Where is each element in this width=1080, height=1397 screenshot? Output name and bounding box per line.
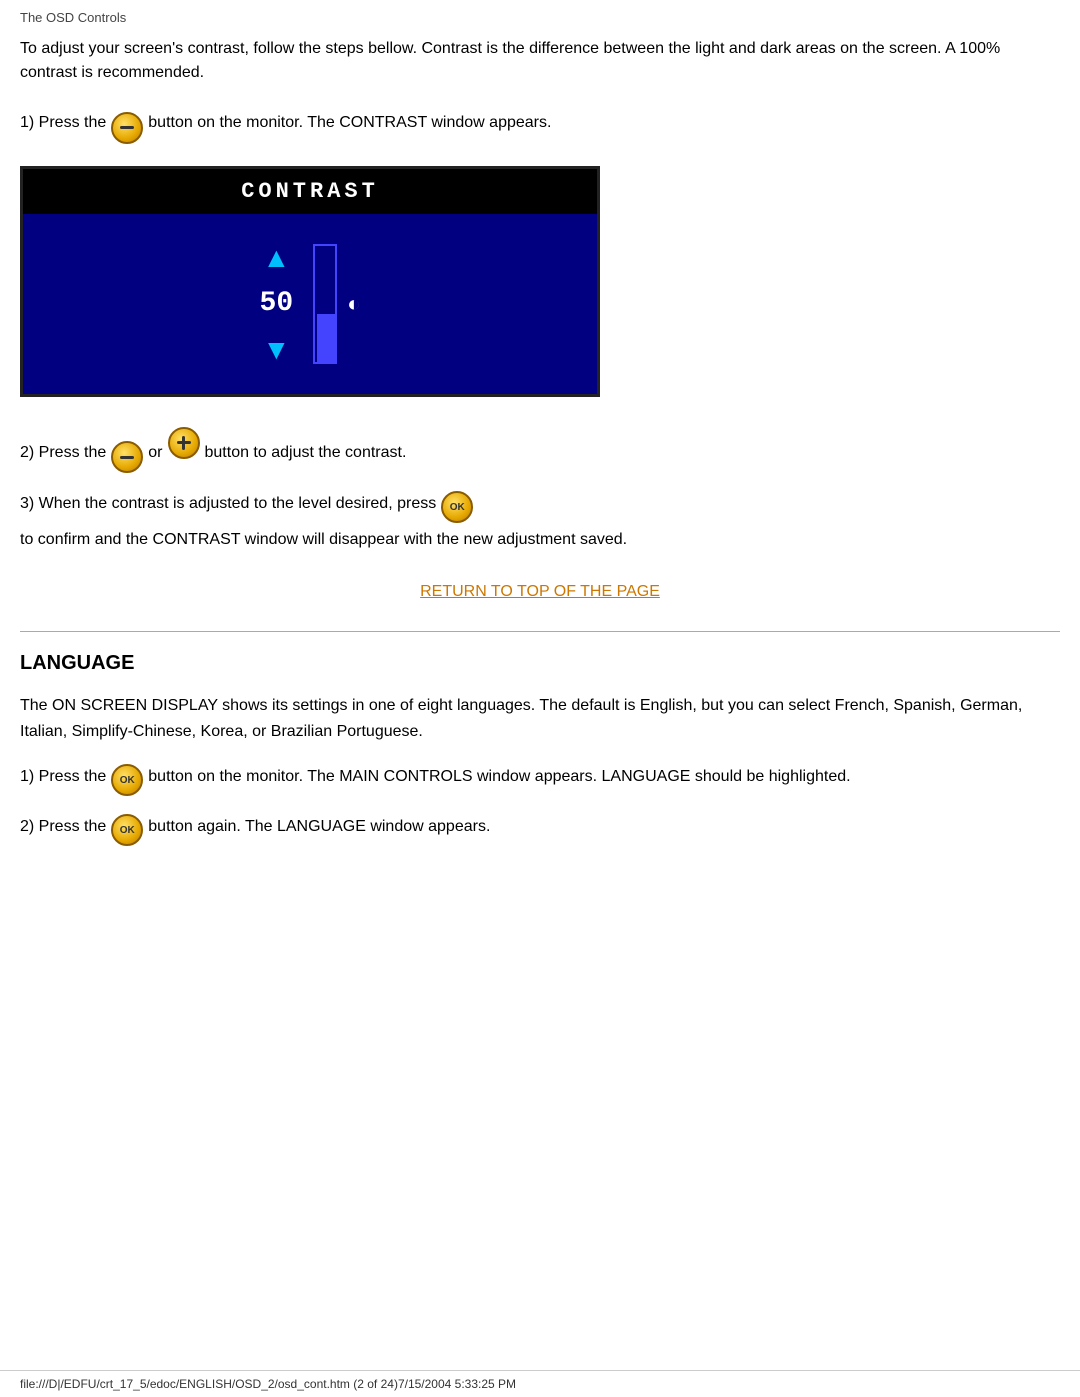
contrast-half-circle-icon: ◐ [347, 291, 360, 317]
step-1: 1) Press the button on the monitor. The … [20, 109, 1060, 142]
step-2-suffix: button to adjust the contrast. [205, 439, 407, 466]
lang-step-2-row: 2) Press the OK button again. The LANGUA… [20, 812, 1060, 844]
up-arrow-icon: ▲ [262, 244, 290, 272]
step-2: 2) Press the or button to adjust the con… [20, 425, 1060, 472]
footer-bar: file:///D|/EDFU/crt_17_5/edoc/ENGLISH/OS… [0, 1370, 1080, 1397]
contrast-icons-col: ▲ 50 ▼ [260, 244, 294, 364]
minus-button-2-icon [111, 441, 143, 473]
down-arrow-icon: ▼ [262, 336, 290, 364]
lang-step-1-row: 1) Press the OK button on the monitor. T… [20, 762, 1060, 794]
ok-button-lang2-icon: OK [111, 814, 143, 846]
step-2-row: 2) Press the or button to adjust the con… [20, 425, 1060, 472]
lang-step-2: 2) Press the OK button again. The LANGUA… [20, 812, 1060, 844]
contrast-value: 50 [260, 288, 294, 319]
contrast-slider-area: ◐ [313, 244, 360, 364]
page-title: The OSD Controls [20, 10, 1060, 25]
ok-button-lang1-icon: OK [111, 764, 143, 796]
step-3-suffix: to confirm and the CONTRAST window will … [20, 526, 627, 553]
lang-step-1-suffix: button on the monitor. The MAIN CONTROLS… [148, 763, 850, 790]
lang-step-2-suffix: button again. The LANGUAGE window appear… [148, 813, 490, 840]
step-1-prefix: 1) Press the [20, 109, 106, 136]
step-2-prefix: 2) Press the [20, 439, 106, 466]
lang-step-2-prefix: 2) Press the [20, 813, 106, 840]
page-wrapper: The OSD Controls To adjust your screen's… [0, 0, 1080, 1397]
plus-button-icon [168, 427, 200, 459]
step-3: 3) When the contrast is adjusted to the … [20, 489, 1060, 553]
contrast-body: ▲ 50 ▼ ◐ [23, 214, 597, 394]
step-1-row: 1) Press the button on the monitor. The … [20, 109, 1060, 142]
step-1-suffix: button on the monitor. The CONTRAST wind… [148, 109, 551, 136]
intro-text: To adjust your screen's contrast, follow… [20, 37, 1060, 85]
step-2-middle: or [148, 439, 162, 466]
return-to-top-link[interactable]: RETURN TO TOP OF THE PAGE [20, 583, 1060, 601]
contrast-slider-fill [317, 314, 335, 362]
step-3-prefix: 3) When the contrast is adjusted to the … [20, 490, 436, 517]
contrast-title: CONTRAST [23, 169, 597, 214]
section-divider [20, 631, 1060, 632]
lang-step-1: 1) Press the OK button on the monitor. T… [20, 762, 1060, 794]
contrast-slider-track [313, 244, 337, 364]
language-description: The ON SCREEN DISPLAY shows its settings… [20, 693, 1060, 744]
minus-button-icon [111, 112, 143, 144]
lang-step-1-prefix: 1) Press the [20, 763, 106, 790]
ok-button-icon: OK [441, 491, 473, 523]
step-3-row: 3) When the contrast is adjusted to the … [20, 489, 1060, 553]
language-section: LANGUAGE The ON SCREEN DISPLAY shows its… [20, 652, 1060, 844]
contrast-window: CONTRAST ▲ 50 ▼ ◐ [20, 166, 600, 397]
footer-text: file:///D|/EDFU/crt_17_5/edoc/ENGLISH/OS… [20, 1377, 516, 1391]
language-heading: LANGUAGE [20, 652, 1060, 675]
